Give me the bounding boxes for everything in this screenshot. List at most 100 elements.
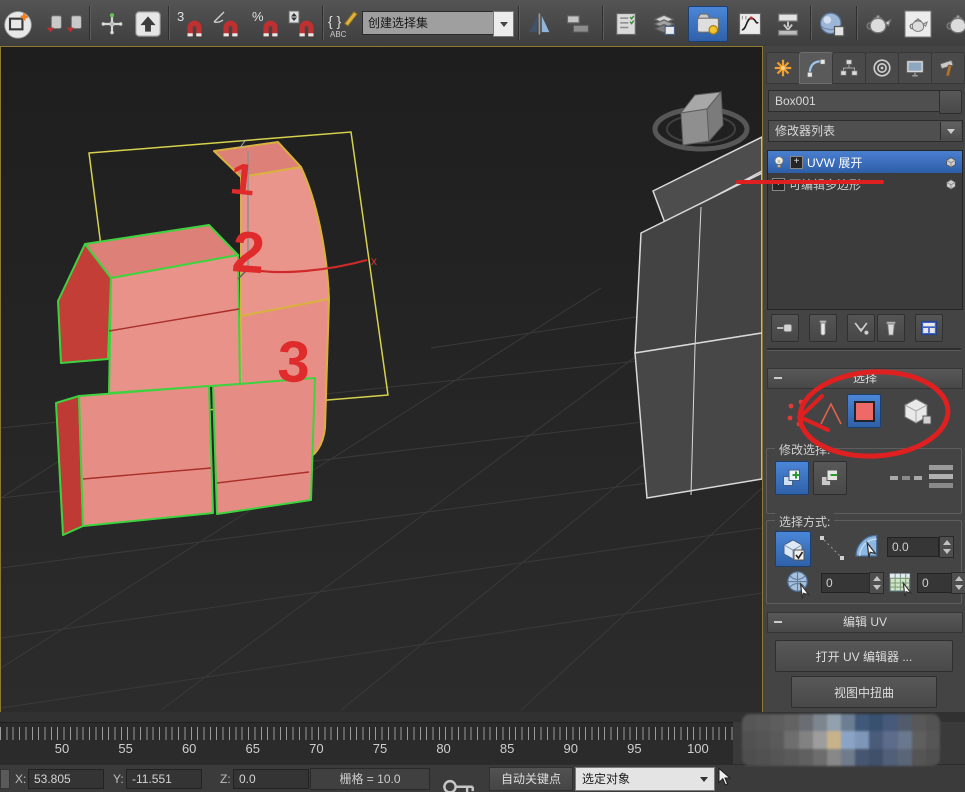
unlink-selection-icon[interactable] <box>64 8 86 40</box>
planar-angle-spinner[interactable] <box>939 536 954 558</box>
layer-stack-icon[interactable] <box>648 8 680 40</box>
clipped-toggle-icon[interactable] <box>0 769 10 789</box>
set-keys-icon[interactable] <box>441 777 481 792</box>
expand-icon[interactable]: + <box>790 156 803 169</box>
timeline-frame-label[interactable]: 80 <box>429 741 459 761</box>
svg-text:{ }: { } <box>328 13 342 29</box>
edit-named-selections-icon[interactable]: { }ABC <box>326 8 358 40</box>
modifier-list-dropdown[interactable]: 修改器列表 <box>768 120 963 142</box>
grid-select-icon[interactable] <box>887 569 915 602</box>
shrink-selection-button[interactable] <box>813 461 847 495</box>
rollout-edit-uv-header[interactable]: 编辑 UV <box>767 612 963 633</box>
loop-selection-icon[interactable] <box>927 461 955 498</box>
x-coordinate-field[interactable]: 53.805 <box>28 769 104 789</box>
tab-create[interactable] <box>766 52 800 84</box>
rollout-selection-header[interactable]: 选择 <box>767 368 963 389</box>
layer-manager-icon[interactable] <box>610 8 642 40</box>
ignore-backfacing-button[interactable] <box>775 531 811 567</box>
visibility-bulb-icon[interactable] <box>772 155 786 169</box>
spinner-snap-icon[interactable] <box>286 8 318 40</box>
named-selection-set-field[interactable]: 创建选择集 <box>362 11 502 35</box>
tab-motion[interactable] <box>865 52 899 84</box>
align-icon[interactable] <box>562 8 594 40</box>
tab-hierarchy[interactable] <box>832 52 866 84</box>
toolbar-separator <box>518 6 520 40</box>
scene-explorer-button[interactable] <box>688 6 728 42</box>
time-slider-ruler[interactable]: 50 55 60 65 70 75 80 85 90 95 100 <box>0 722 733 765</box>
perspective-viewport[interactable]: z x 1 2 3 <box>0 46 763 713</box>
rotate-gizmo[interactable] <box>655 92 747 149</box>
timeline-frame-label[interactable]: 50 <box>47 741 77 761</box>
element-mode-icon[interactable] <box>899 394 933 433</box>
snap-toggle-3d-icon[interactable]: 3 <box>174 8 206 40</box>
censor-cell <box>926 714 940 731</box>
edge-mode-icon[interactable] <box>817 398 845 433</box>
timeline-frame-label[interactable]: 90 <box>556 741 586 761</box>
tab-utilities[interactable] <box>931 52 965 84</box>
sphere-select-value[interactable]: 0 <box>821 573 871 593</box>
timeline-frame-label[interactable]: 75 <box>365 741 395 761</box>
censor-cell <box>869 731 883 748</box>
point-to-point-icon[interactable] <box>817 533 847 568</box>
dope-sheet-icon[interactable] <box>772 8 804 40</box>
sphere-select-spinner[interactable] <box>869 572 884 594</box>
app-badge-icon[interactable] <box>2 8 34 40</box>
timeline-frame-label[interactable]: 85 <box>492 741 522 761</box>
app-badge-glyph <box>2 6 34 42</box>
select-and-move-icon[interactable] <box>96 8 128 40</box>
ring-selection-icon[interactable] <box>889 471 923 489</box>
render-setup-icon[interactable] <box>862 8 894 40</box>
y-coordinate-field[interactable]: -11.551 <box>126 769 202 789</box>
angle-snap-icon[interactable] <box>210 8 242 40</box>
grow-selection-button[interactable] <box>775 461 809 495</box>
material-editor-icon[interactable] <box>816 8 848 40</box>
toolbar-separator <box>810 6 812 40</box>
render-icon[interactable] <box>942 8 965 40</box>
expand-icon[interactable]: + <box>772 178 785 191</box>
polygon-mode-button[interactable] <box>847 394 881 428</box>
group-label: 修改选择: <box>775 441 834 458</box>
censor-cell <box>912 714 926 731</box>
tab-modify[interactable] <box>799 52 833 84</box>
select-object-icon[interactable] <box>132 8 164 40</box>
censor-cell <box>742 731 756 748</box>
make-unique-button[interactable] <box>847 314 875 342</box>
remove-modifier-button[interactable] <box>877 314 905 342</box>
grid-select-spinner[interactable] <box>951 572 965 594</box>
vertex-mode-icon[interactable] <box>785 398 811 433</box>
modify-selection-group: 修改选择: <box>766 448 962 514</box>
auto-key-button[interactable]: 自动关键点 <box>489 767 573 791</box>
modifier-list-label: 修改器列表 <box>775 124 835 138</box>
key-filter-dropdown[interactable]: 选定对象 <box>575 767 715 791</box>
percent-snap-icon[interactable]: % <box>250 8 282 40</box>
configure-modifier-sets-button[interactable] <box>915 314 943 342</box>
z-coordinate-field[interactable]: 0.0 <box>233 769 309 789</box>
timeline-frame-label[interactable]: 55 <box>111 741 141 761</box>
rendered-frame-window-icon[interactable] <box>902 8 934 40</box>
planar-angle-value[interactable]: 0.0 <box>887 537 939 557</box>
planar-angle-icon[interactable] <box>851 531 881 566</box>
show-end-result-button[interactable] <box>809 314 837 342</box>
object-name-field[interactable]: Box001 <box>768 90 942 112</box>
modifier-row-editable-poly[interactable]: + 可编辑多边形 <box>768 173 962 195</box>
pin-stack-button[interactable] <box>771 314 799 342</box>
timeline-frame-label[interactable]: 100 <box>683 741 713 761</box>
select-and-link-icon[interactable] <box>44 8 66 40</box>
object-color-button[interactable] <box>939 90 962 114</box>
modifier-row-uvw-unwrap[interactable]: + UVW 展开 <box>768 151 962 173</box>
timeline-frame-label[interactable]: 65 <box>238 741 268 761</box>
censor-cell <box>813 714 827 731</box>
named-selection-dropdown-button[interactable] <box>493 11 514 37</box>
mirror-icon[interactable] <box>524 8 556 40</box>
sphere-select-icon[interactable] <box>785 569 815 604</box>
timeline-frame-label[interactable]: 60 <box>174 741 204 761</box>
curve-editor-icon[interactable] <box>734 8 766 40</box>
tweak-in-view-button[interactable]: 视图中扭曲 <box>791 676 937 708</box>
open-uv-editor-button[interactable]: 打开 UV 编辑器 ... <box>775 640 953 672</box>
timeline-frame-label[interactable]: 70 <box>301 741 331 761</box>
grid-select-value[interactable]: 0 <box>917 573 955 593</box>
tab-display[interactable] <box>898 52 932 84</box>
y-coordinate-label: Y: <box>113 771 124 787</box>
timeline-frame-label[interactable]: 95 <box>619 741 649 761</box>
group-label: 选择方式: <box>775 513 834 530</box>
